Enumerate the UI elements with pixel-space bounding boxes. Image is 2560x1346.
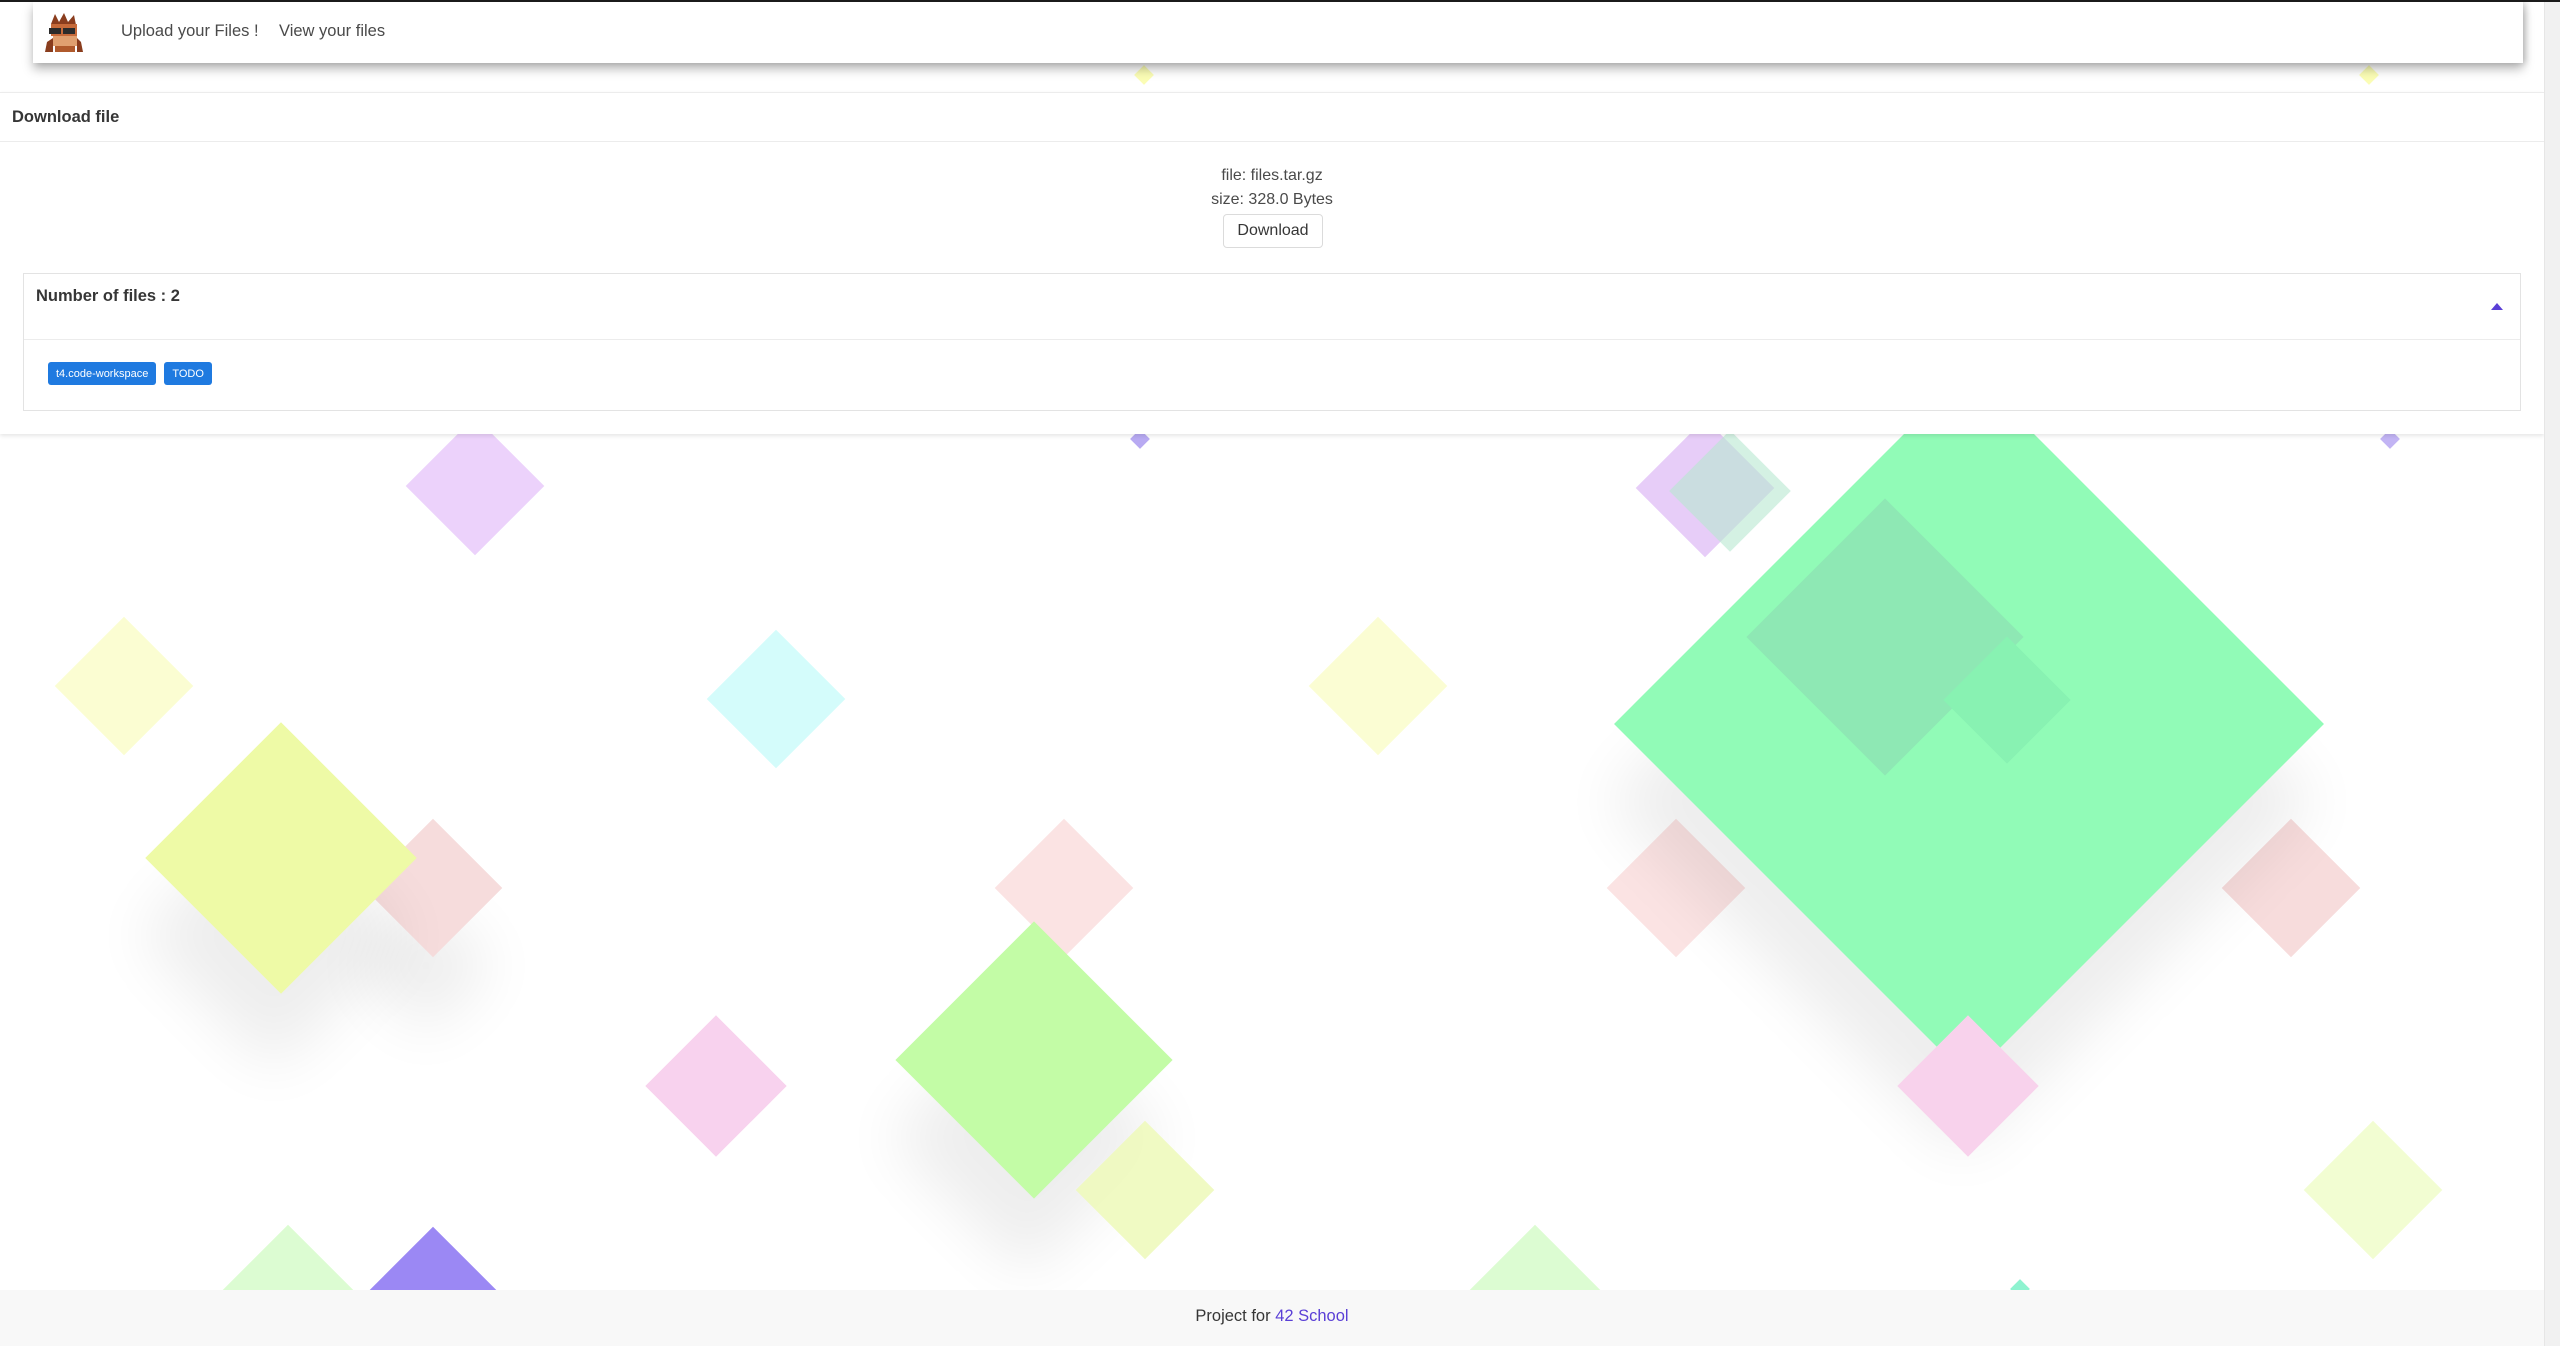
bg-diamond: [54, 616, 194, 756]
bg-diamond: [2221, 818, 2361, 958]
bg-diamond: [645, 1015, 787, 1157]
file-size: size: 328.0 Bytes: [1211, 191, 1333, 208]
files-panel-header[interactable]: Number of files : 2: [24, 274, 2520, 340]
file-tags: t4.code-workspace TODO: [48, 362, 212, 385]
bg-diamond: [145, 722, 417, 994]
files-count: Number of files : 2: [36, 287, 180, 305]
top-border: [0, 0, 2560, 2]
nav-upload-link[interactable]: Upload your Files !: [121, 22, 259, 41]
file-tag[interactable]: t4.code-workspace: [48, 362, 157, 385]
bg-diamond: [405, 416, 545, 556]
download-button[interactable]: Download: [1223, 214, 1323, 248]
footer: Project for 42 School: [0, 1290, 2544, 1346]
bg-diamond: [2359, 65, 2379, 85]
scrollbar[interactable]: [2544, 0, 2560, 1346]
bg-diamond: [706, 629, 846, 769]
file-tag[interactable]: TODO: [164, 362, 212, 385]
footer-school-link[interactable]: 42 School: [1275, 1307, 1348, 1325]
hedgehog-logo-icon[interactable]: [45, 12, 83, 52]
bg-diamond: [994, 818, 1134, 958]
bg-diamond: [1606, 818, 1746, 958]
card-header: Download file: [0, 92, 2544, 142]
bg-diamond: [1134, 65, 1154, 85]
bg-diamond: [1075, 1120, 1215, 1260]
bg-diamond: [1897, 1015, 2039, 1157]
card-title: Download file: [12, 108, 120, 126]
bg-diamond: [2303, 1120, 2443, 1260]
nav-view-link[interactable]: View your files: [279, 22, 385, 41]
download-card: Download file file: files.tar.gz size: 3…: [0, 92, 2544, 434]
caret-up-icon[interactable]: [2491, 303, 2503, 310]
bg-diamond: [1308, 616, 1448, 756]
file-info: file: files.tar.gz size: 328.0 Bytes: [0, 164, 2544, 212]
file-name: file: files.tar.gz: [1221, 167, 1323, 184]
footer-prefix: Project for: [1195, 1307, 1276, 1325]
files-panel: Number of files : 2 t4.code-workspace TO…: [23, 273, 2521, 411]
navbar: Upload your Files ! View your files: [33, 2, 2523, 63]
